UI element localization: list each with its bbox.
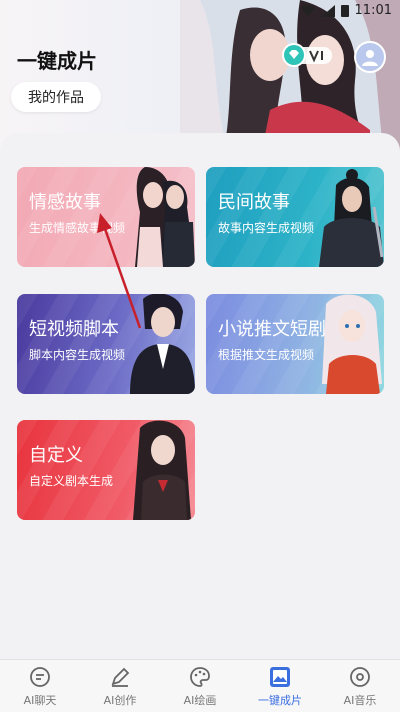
user-avatar[interactable]	[354, 41, 386, 73]
tab-label: AI音乐	[343, 693, 377, 707]
tab-ai-music[interactable]: AI音乐	[320, 660, 400, 712]
tab-ai-create[interactable]: AI创作	[80, 660, 160, 712]
bottom-tab-bar: AI聊天 AI创作 AI绘画 一键成片 AI音乐	[0, 659, 400, 712]
battery-icon	[340, 5, 349, 17]
card-short-video-script[interactable]: 短视频脚本 脚本内容生成视频	[17, 294, 195, 394]
tab-ai-chat[interactable]: AI聊天	[0, 660, 80, 712]
signal-icon	[320, 4, 335, 17]
tab-ai-paint[interactable]: AI绘画	[160, 660, 240, 712]
card-subtitle: 故事内容生成视频	[218, 221, 315, 235]
schoolgirl-illustration	[133, 420, 191, 520]
card-title: 情感故事	[29, 192, 101, 213]
card-title: 自定义	[29, 445, 83, 466]
tab-label: 一键成片	[258, 693, 302, 707]
tab-label: AI聊天	[23, 693, 57, 707]
card-title: 民间故事	[218, 192, 290, 213]
card-subtitle: 生成情感故事视频	[29, 221, 126, 235]
card-title: 小说推文短剧	[218, 319, 326, 340]
tab-one-click-video[interactable]: 一键成片	[240, 660, 320, 712]
tab-label: AI绘画	[183, 693, 217, 707]
my-works-button[interactable]: 我的作品	[11, 82, 101, 112]
user-icon	[362, 50, 378, 66]
card-emotional-story[interactable]: 情感故事 生成情感故事视频	[17, 167, 195, 267]
card-subtitle: 自定义剧本生成	[29, 474, 114, 488]
card-folk-story[interactable]: 民间故事 故事内容生成视频	[206, 167, 384, 267]
film-image-icon	[270, 666, 290, 687]
couple-illustration	[135, 167, 195, 267]
card-subtitle: 根据推文生成视频	[218, 348, 315, 362]
card-custom[interactable]: 自定义 自定义剧本生成	[17, 420, 195, 520]
man-in-suit-illustration	[130, 294, 195, 394]
card-title: 短视频脚本	[29, 319, 119, 340]
palette-icon	[190, 666, 210, 687]
pen-icon	[111, 667, 130, 687]
anime-girl-illustration	[322, 294, 382, 394]
status-time: 11:01	[354, 3, 392, 18]
disc-icon	[350, 666, 370, 687]
tab-label: AI创作	[103, 693, 137, 707]
warrior-illustration	[319, 169, 384, 267]
vip-badge-icon[interactable]	[282, 42, 334, 68]
wifi-icon	[300, 4, 315, 16]
card-novel-drama[interactable]: 小说推文短剧 根据推文生成视频	[206, 294, 384, 394]
status-bar: 11:01	[0, 0, 400, 22]
chat-icon	[30, 666, 50, 687]
page-title: 一键成片	[17, 49, 97, 73]
card-subtitle: 脚本内容生成视频	[29, 348, 126, 362]
